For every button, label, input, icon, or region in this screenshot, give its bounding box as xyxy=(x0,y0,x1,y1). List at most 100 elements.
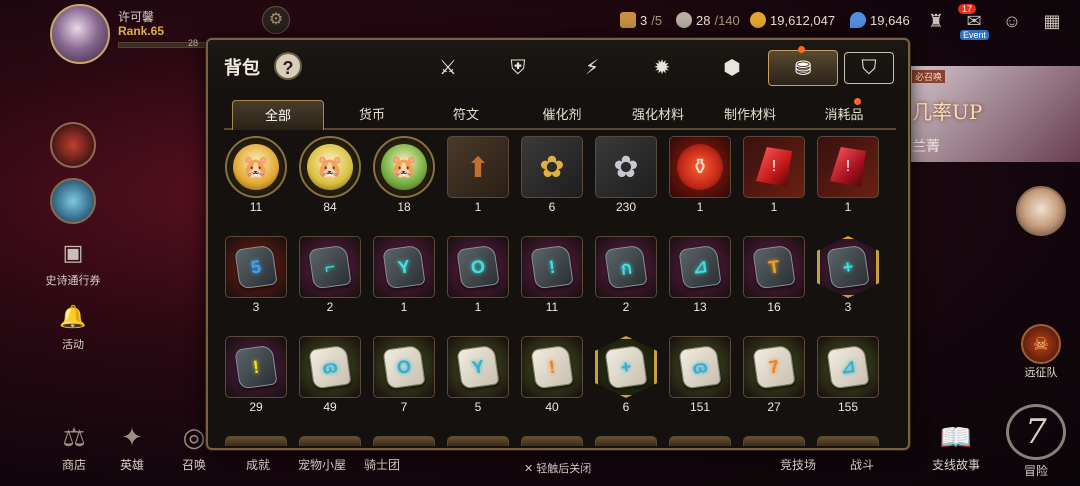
item-slot: 🐹 xyxy=(299,136,361,198)
inventory-item[interactable]: ! 40 xyxy=(520,336,584,414)
bag-notification-dot xyxy=(798,46,805,53)
nav-achievements-label: 成就 xyxy=(245,458,270,472)
expedition-button[interactable]: ☠ 远征队 xyxy=(1016,324,1066,380)
category-shield-box-icon[interactable]: ⛉ xyxy=(844,52,894,84)
item-slot: O xyxy=(373,336,435,398)
inventory-item[interactable]: ! 1 xyxy=(816,136,880,214)
close-hint[interactable]: ✕ 轻触后关闭 xyxy=(524,460,591,476)
tab-catalyst[interactable]: 催化剂 xyxy=(516,100,608,130)
tab-craft-materials[interactable]: 制作材料 xyxy=(704,100,796,130)
event-label-left: 活动 xyxy=(62,339,84,351)
inventory-item[interactable]: ✿ 230 xyxy=(594,136,658,214)
inventory-item[interactable]: 7 27 xyxy=(742,336,806,414)
item-quantity: 6 xyxy=(622,400,630,414)
hamster-currency-icon: 🐹 xyxy=(307,144,353,190)
help-button[interactable]: ? xyxy=(274,52,302,80)
event-count-badge: 17 xyxy=(958,4,977,14)
menu-grid-icon[interactable]: ▦ xyxy=(1036,6,1068,38)
inventory-item[interactable]: ɷ 151 xyxy=(668,336,732,414)
nav-side-story[interactable]: 📖 支线故事 xyxy=(926,418,986,473)
item-slot: ⊿ xyxy=(817,336,879,398)
inventory-item-partial[interactable] xyxy=(668,436,732,446)
inventory-item-partial[interactable] xyxy=(742,436,806,446)
nav-heroes[interactable]: ✦ 英雄 xyxy=(102,418,162,473)
tab-runes[interactable]: 符文 xyxy=(420,100,512,130)
left-hero-avatar-2[interactable] xyxy=(50,178,96,224)
tab-all[interactable]: 全部 xyxy=(232,100,324,130)
category-equipment-icon[interactable]: ⚔ xyxy=(428,50,468,86)
tab-consumables[interactable]: 消耗品 xyxy=(798,100,890,130)
inventory-item-partial[interactable] xyxy=(372,436,436,446)
inventory-item[interactable]: O1 xyxy=(446,236,510,314)
tab-enhance-materials[interactable]: 强化材料 xyxy=(612,100,704,130)
chat-icon[interactable]: ☺ xyxy=(996,6,1028,38)
item-slot: ɷ xyxy=(669,336,731,398)
inventory-item[interactable]: ! 1 xyxy=(742,136,806,214)
energy-value: 28 xyxy=(696,12,711,28)
settings-gear-icon[interactable]: ⚙ xyxy=(262,6,290,34)
inventory-item-partial[interactable] xyxy=(594,436,658,446)
inventory-item[interactable]: ⊿ 13 xyxy=(668,236,732,314)
nav-battle-label: 战斗 xyxy=(849,458,874,472)
left-hero-avatar-1[interactable] xyxy=(50,122,96,168)
nav-adventure[interactable]: 冒险 xyxy=(1006,462,1066,479)
inventory-item[interactable]: ⌐ 2 xyxy=(298,236,362,314)
category-artifact-icon[interactable]: ⛨ xyxy=(498,50,538,86)
inventory-item[interactable]: T 16 xyxy=(742,236,806,314)
resource-gold[interactable]: 19,612,047 xyxy=(750,12,835,28)
inventory-item[interactable]: +3 xyxy=(816,236,880,314)
adventure-seven-icon[interactable]: 7 xyxy=(1006,404,1066,460)
inventory-item-partial[interactable] xyxy=(298,436,362,446)
item-quantity: 1 xyxy=(770,200,778,214)
category-imprint-icon[interactable]: ✹ xyxy=(642,50,682,86)
inventory-item-partial[interactable] xyxy=(816,436,880,446)
inventory-item[interactable]: 🐹 84 xyxy=(298,136,362,214)
inventory-item[interactable]: 53 xyxy=(224,236,288,314)
item-slot: 🐹 xyxy=(225,136,287,198)
item-slot: ⬆ xyxy=(447,136,509,198)
tab-currency[interactable]: 货币 xyxy=(326,100,418,130)
nav-shop[interactable]: ⚖ 商店 xyxy=(44,418,104,473)
inventory-item[interactable]: Y1 xyxy=(372,236,436,314)
inventory-item-partial[interactable] xyxy=(520,436,584,446)
inventory-item-partial[interactable] xyxy=(446,436,510,446)
inventory-item[interactable]: ก2 xyxy=(594,236,658,314)
inventory-item[interactable]: ⚱ 1 xyxy=(668,136,732,214)
hero-portrait-icon xyxy=(50,122,96,168)
rune-stone-icon: ⌐ xyxy=(308,244,352,290)
category-bag-icon[interactable]: ⛃ xyxy=(768,50,838,86)
gold-value: 19,612,047 xyxy=(770,12,836,28)
inventory-item[interactable]: ⊿ 155 xyxy=(816,336,880,414)
event-button[interactable]: 🔔 活动 xyxy=(50,300,96,352)
item-slot: ⊿ xyxy=(669,236,731,298)
item-quantity: 1 xyxy=(400,300,408,314)
inventory-item[interactable]: 🐹 11 xyxy=(224,136,288,214)
inventory-item[interactable]: Y5 xyxy=(446,336,510,414)
resource-crystal[interactable]: 19,646 xyxy=(850,12,910,28)
player-avatar[interactable] xyxy=(50,4,110,64)
event-label: Event xyxy=(960,30,990,40)
inventory-item[interactable]: +6 xyxy=(594,336,658,414)
inventory-item[interactable]: ✿ 6 xyxy=(520,136,584,214)
category-cube-icon[interactable]: ⬢ xyxy=(712,50,752,86)
knights-icon[interactable]: ♜ xyxy=(920,6,952,38)
consumables-notification-dot xyxy=(854,98,861,105)
red-gem-icon: ! xyxy=(830,147,866,187)
category-lightning-icon[interactable]: ⚡ xyxy=(572,50,612,86)
item-quantity: 27 xyxy=(767,400,781,414)
item-quantity: 6 xyxy=(548,200,556,214)
rune-stone-icon: ⊿ xyxy=(826,344,870,390)
inventory-item[interactable]: ɷ 49 xyxy=(298,336,362,414)
side-hero-avatar[interactable] xyxy=(1016,186,1066,236)
inventory-item[interactable]: ! 29 xyxy=(224,336,288,414)
nav-adventure-label: 冒险 xyxy=(1023,464,1048,478)
resource-energy[interactable]: 28/140 xyxy=(676,12,740,28)
inventory-item[interactable]: 🐹 18 xyxy=(372,136,436,214)
resource-stamina[interactable]: 3/5 xyxy=(620,12,662,28)
epic-pass-button[interactable]: ▣ 史诗通行券 xyxy=(46,236,101,288)
inventory-item[interactable]: ! 11 xyxy=(520,236,584,314)
item-slot: ! xyxy=(225,336,287,398)
inventory-item-partial[interactable] xyxy=(224,436,288,446)
inventory-item[interactable]: O7 xyxy=(372,336,436,414)
inventory-item[interactable]: ⬆ 1 xyxy=(446,136,510,214)
